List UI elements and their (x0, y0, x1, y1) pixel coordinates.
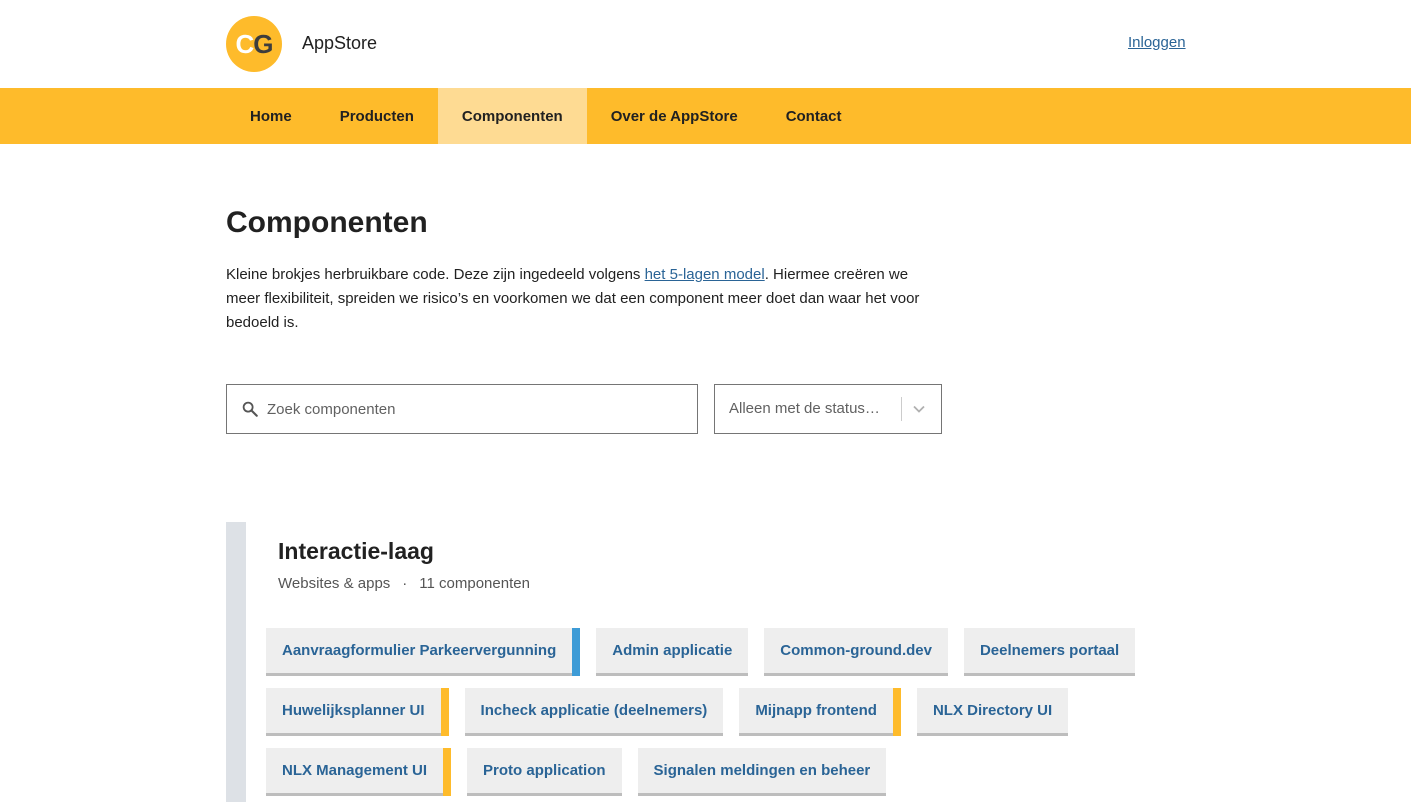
nav-item-over[interactable]: Over de AppStore (587, 88, 762, 144)
intro-text-start: Kleine brokjes herbruikbare code. Deze z… (226, 266, 645, 283)
component-chip[interactable]: Proto application (467, 748, 622, 796)
component-chip[interactable]: Admin applicatie (596, 628, 749, 676)
status-flag (892, 688, 901, 736)
component-chip[interactable]: Common-ground.dev (764, 628, 948, 676)
search-box[interactable] (226, 384, 698, 434)
nav-item-componenten[interactable]: Componenten (437, 88, 587, 144)
layer-accent-bar (226, 522, 246, 802)
nav-item-producten[interactable]: Producten (316, 88, 438, 144)
component-list: Aanvraagformulier Parkeervergunning Admi… (266, 628, 1166, 808)
search-input[interactable] (267, 385, 687, 433)
layer-component-count: 11 componenten (419, 575, 530, 592)
site-header: CG AppStore Inloggen (0, 0, 1411, 88)
meta-separator: · (402, 575, 408, 592)
nav-item-contact[interactable]: Contact (762, 88, 866, 144)
component-chip[interactable]: Incheck applicatie (deelnemers) (464, 688, 724, 736)
select-divider (901, 397, 902, 421)
nav-item-home[interactable]: Home (226, 88, 316, 144)
chevron-down-icon[interactable] (912, 402, 926, 416)
component-chip[interactable]: Huwelijksplanner UI (266, 688, 449, 736)
component-chip[interactable]: NLX Directory UI (916, 688, 1069, 736)
layer-title: Interactie-laag (278, 538, 434, 564)
logo-mark: CG (235, 29, 273, 59)
layer-meta: Websites & apps · 11 componenten (278, 575, 530, 592)
search-icon (242, 401, 258, 417)
five-layer-model-link[interactable]: het 5-lagen model (645, 266, 765, 283)
main-navigation: Home Producten Componenten Over de AppSt… (0, 88, 1411, 144)
status-filter-select[interactable]: Alleen met de status… (714, 384, 942, 434)
brand-name[interactable]: AppStore (302, 33, 377, 54)
page-title: Componenten (226, 206, 428, 239)
logo[interactable]: CG (226, 16, 282, 72)
component-chip[interactable]: Mijnapp frontend (739, 688, 901, 736)
component-chip[interactable]: NLX Management UI (266, 748, 452, 796)
login-link[interactable]: Inloggen (1128, 34, 1186, 51)
component-chip[interactable]: Aanvraagformulier Parkeervergunning (266, 628, 581, 676)
component-chip[interactable]: Deelnemers portaal (963, 628, 1136, 676)
intro-text: Kleine brokjes herbruikbare code. Deze z… (226, 263, 946, 335)
status-filter-placeholder: Alleen met de status… (729, 400, 880, 417)
status-flag (443, 748, 452, 796)
status-flag (440, 688, 449, 736)
layer-subtitle: Websites & apps (278, 575, 391, 592)
component-chip[interactable]: Signalen meldingen en beheer (637, 748, 887, 796)
status-flag (572, 628, 581, 676)
